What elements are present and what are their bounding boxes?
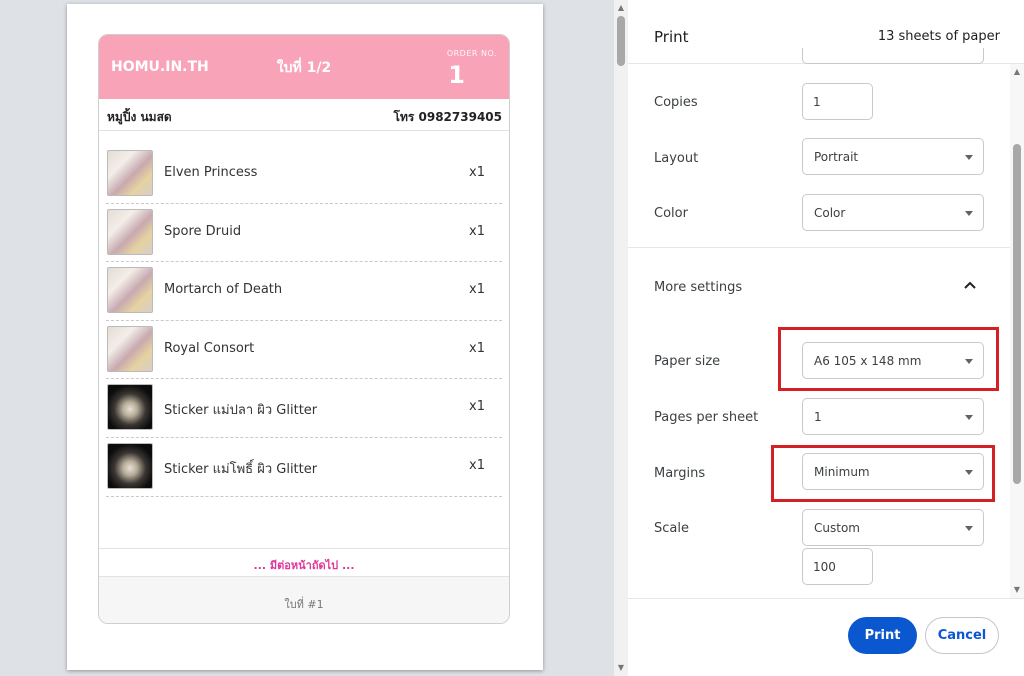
product-thumbnail	[107, 384, 153, 431]
preview-scrollbar[interactable]: ▲ ▼	[614, 0, 628, 676]
customer-row: หมูปิ้ง นมสด โทร 0982739405	[99, 99, 509, 131]
caret-down-icon	[965, 470, 973, 475]
pages-per-sheet-label: Pages per sheet	[654, 410, 759, 425]
list-item: Mortarch of Death x1	[106, 262, 502, 321]
panel-title: Print	[654, 28, 689, 46]
list-item: Spore Druid x1	[106, 204, 502, 263]
product-thumbnail	[107, 325, 153, 372]
preview-scrollbar-thumb[interactable]	[617, 16, 625, 66]
color-value: Color	[814, 206, 846, 220]
scroll-down-arrow-icon[interactable]: ▼	[614, 662, 628, 674]
caret-down-icon	[965, 155, 973, 160]
product-thumbnail	[107, 150, 153, 196]
customer-name: หมูปิ้ง นมสด	[107, 110, 172, 124]
sheet-count: 13 sheets of paper	[877, 29, 1000, 44]
item-name: Elven Princess	[164, 165, 258, 180]
destination-select[interactable]	[802, 48, 984, 64]
item-name: Mortarch of Death	[164, 282, 283, 298]
item-quantity: x1	[469, 399, 485, 415]
caret-down-icon	[965, 415, 973, 420]
scale-value: Custom	[814, 521, 860, 535]
scale-select[interactable]: Custom	[802, 509, 984, 546]
paper-size-value: A6 105 x 148 mm	[814, 354, 922, 368]
margins-select[interactable]: Minimum	[802, 453, 984, 490]
list-item: Royal Consort x1	[106, 321, 502, 380]
caret-down-icon	[965, 526, 973, 531]
chevron-up-icon[interactable]	[962, 278, 978, 292]
settings-scrollbar[interactable]: ▲ ▼	[1010, 64, 1024, 598]
list-item: Sticker แม่ปลา ผิว Glitter x1	[106, 379, 502, 438]
scroll-up-arrow-icon[interactable]: ▲	[1010, 66, 1024, 78]
copies-label: Copies	[654, 95, 698, 110]
continued-notice: ... มีต่อหน้าถัดไป ...	[99, 548, 509, 576]
divider	[628, 247, 1010, 248]
item-quantity: x1	[469, 457, 485, 473]
customer-phone: โทร 0982739405	[393, 110, 502, 124]
receipt-card: HOMU.IN.TH ใบที่ 1/2 ORDER NO. 1 หมูปิ้ง…	[98, 34, 510, 624]
receipt-header: HOMU.IN.TH ใบที่ 1/2 ORDER NO. 1	[99, 35, 509, 99]
preview-page: HOMU.IN.TH ใบที่ 1/2 ORDER NO. 1 หมูปิ้ง…	[67, 4, 543, 670]
product-thumbnail	[107, 267, 153, 314]
print-settings-panel: Print 13 sheets of paper Copies 1 Layout…	[628, 0, 1024, 676]
product-thumbnail	[107, 442, 153, 489]
item-name: Sticker แม่ปลา ผิว Glitter	[164, 403, 318, 419]
order-number: 1	[448, 61, 465, 89]
receipt-footer: ใบที่ #1	[99, 576, 509, 623]
order-number-label: ORDER NO.	[446, 49, 497, 58]
pages-per-sheet-value: 1	[814, 410, 822, 424]
layout-value: Portrait	[814, 150, 859, 164]
panel-footer: Print Cancel	[628, 598, 1024, 676]
scroll-down-arrow-icon[interactable]: ▼	[1010, 584, 1024, 596]
layout-select[interactable]: Portrait	[802, 138, 984, 175]
print-preview-area: HOMU.IN.TH ใบที่ 1/2 ORDER NO. 1 หมูปิ้ง…	[0, 0, 614, 676]
color-label: Color	[654, 206, 688, 221]
paper-size-label: Paper size	[654, 354, 721, 369]
product-thumbnail	[107, 208, 153, 255]
scale-input[interactable]: 100	[802, 548, 873, 585]
settings-scrollbar-thumb[interactable]	[1013, 144, 1021, 484]
margins-value: Minimum	[814, 465, 870, 479]
item-list: Elven Princess x1 Spore Druid x1 Mortarc…	[99, 145, 509, 497]
margins-label: Margins	[654, 466, 706, 481]
copies-input[interactable]: 1	[802, 83, 873, 120]
caret-down-icon	[965, 359, 973, 364]
paper-size-select[interactable]: A6 105 x 148 mm	[802, 342, 984, 379]
more-settings-toggle[interactable]: More settings	[654, 280, 742, 295]
pages-per-sheet-select[interactable]: 1	[802, 398, 984, 435]
item-quantity: x1	[469, 165, 485, 180]
color-select[interactable]: Color	[802, 194, 984, 231]
item-name: Royal Consort	[164, 340, 255, 356]
item-name: Sticker แม่โพธิ์ ผิว Glitter	[164, 461, 318, 477]
list-item: Sticker แม่โพธิ์ ผิว Glitter x1	[106, 438, 502, 497]
item-quantity: x1	[469, 282, 485, 298]
scale-label: Scale	[654, 521, 689, 536]
scroll-up-arrow-icon[interactable]: ▲	[614, 2, 628, 14]
item-name: Spore Druid	[164, 223, 242, 239]
item-quantity: x1	[469, 223, 485, 239]
caret-down-icon	[965, 211, 973, 216]
list-item: Elven Princess x1	[106, 145, 502, 204]
cancel-button[interactable]: Cancel	[925, 617, 999, 654]
print-button[interactable]: Print	[848, 617, 917, 654]
layout-label: Layout	[654, 151, 699, 166]
item-quantity: x1	[469, 340, 485, 356]
